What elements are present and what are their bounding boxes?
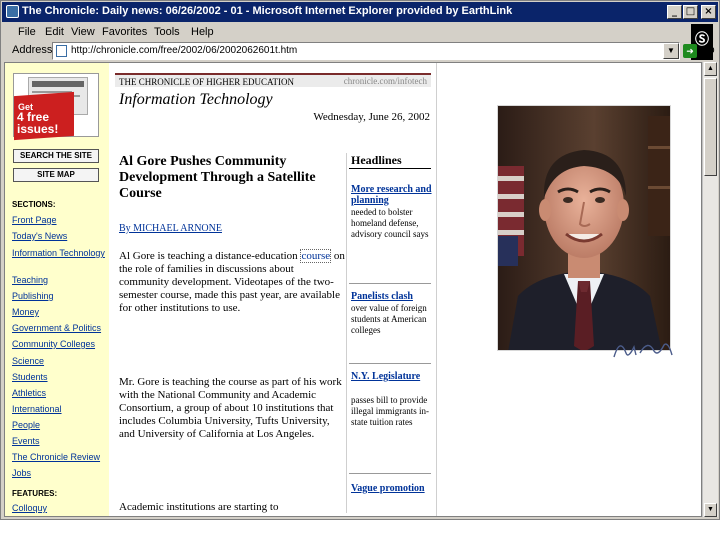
go-label: Go xyxy=(700,44,715,56)
nav-link-front-page[interactable]: Front Page xyxy=(12,215,107,225)
menu-file[interactable]: File xyxy=(18,26,36,38)
headline-desc-2: over value of foreign students at Americ… xyxy=(351,303,427,335)
nav-link-colloquy[interactable]: Colloquy xyxy=(12,503,107,513)
nav-link-information-technology[interactable]: Information Technology xyxy=(12,248,107,258)
article-headline: Al Gore Pushes Community Development Thr… xyxy=(119,154,316,201)
menu-help[interactable]: Help xyxy=(191,26,214,38)
menu-tools[interactable]: Tools xyxy=(154,26,180,38)
title-bar[interactable]: The Chronicle: Daily news: 06/26/2002 - … xyxy=(2,2,718,22)
nav-link-teaching[interactable]: Teaching xyxy=(12,275,107,285)
menu-edit[interactable]: Edit xyxy=(45,26,64,38)
nav-link-community-colleges[interactable]: Community Colleges xyxy=(12,339,107,349)
article-paragraph-3: Academic institutions are starting to xyxy=(119,501,279,513)
nav-link-money[interactable]: Money xyxy=(12,307,107,317)
site-map-button[interactable]: SITE MAP xyxy=(13,168,99,182)
window-title: The Chronicle: Daily news: 06/26/2002 - … xyxy=(22,5,513,17)
headline-link-1[interactable]: More research and planning xyxy=(351,184,433,206)
internet-explorer-icon xyxy=(6,5,19,18)
headline-desc-3: passes bill to provide illegal immigrant… xyxy=(351,395,429,427)
scroll-thumb[interactable] xyxy=(704,78,717,176)
portrait-image xyxy=(498,106,670,350)
al-gore-portrait xyxy=(497,105,671,351)
masthead-url: chronicle.com/infotech xyxy=(343,76,427,86)
article-date: Wednesday, June 26, 2002 xyxy=(313,111,430,123)
address-bar: Address http://chronicle.com/free/2002/0… xyxy=(2,41,718,61)
address-dropdown-icon[interactable]: ▼ xyxy=(663,43,679,59)
nav-link-international[interactable]: International xyxy=(12,404,107,414)
masthead[interactable]: THE CHRONICLE OF HIGHER EDUCATION chroni… xyxy=(115,73,431,87)
nav-link-government-politics[interactable]: Government & Politics xyxy=(12,323,107,333)
nav-link-chronicle-review[interactable]: The Chronicle Review xyxy=(12,452,107,462)
address-url[interactable]: http://chronicle.com/free/2002/06/200206… xyxy=(71,45,297,56)
nav-link-students[interactable]: Students xyxy=(12,372,107,382)
article-column: THE CHRONICLE OF HIGHER EDUCATION chroni… xyxy=(109,63,437,516)
search-site-button[interactable]: SEARCH THE SITE xyxy=(13,149,99,163)
page-icon xyxy=(56,45,67,57)
address-label: Address xyxy=(12,44,53,56)
address-input[interactable]: http://chronicle.com/free/2002/06/200206… xyxy=(52,42,680,60)
nav-link-science[interactable]: Science xyxy=(12,356,107,366)
headline-desc-1: needed to bolster homeland defense, advi… xyxy=(351,207,429,239)
article-byline[interactable]: By MICHAEL ARNONE xyxy=(119,223,222,234)
headline-link-2[interactable]: Panelists clash xyxy=(351,291,433,302)
nav-link-athletics[interactable]: Athletics xyxy=(12,388,107,398)
nav-link-jobs[interactable]: Jobs xyxy=(12,468,107,478)
nav-link-publishing[interactable]: Publishing xyxy=(12,291,107,301)
menu-favorites[interactable]: Favorites xyxy=(102,26,147,38)
nav-link-events[interactable]: Events xyxy=(12,436,107,446)
section-title: Information Technology xyxy=(119,91,273,108)
nav-link-todays-news[interactable]: Today's News xyxy=(12,231,107,241)
subscription-promo[interactable]: Get 4 free issues! xyxy=(13,73,99,141)
vertical-scrollbar[interactable]: ▲ ▼ xyxy=(702,62,718,517)
menu-bar: File Edit View Favorites Tools Help xyxy=(2,23,718,41)
article-paragraph-2: Mr. Gore is teaching the course as part … xyxy=(119,376,342,440)
course-link[interactable]: course xyxy=(300,249,332,263)
menu-view[interactable]: View xyxy=(71,26,95,38)
article-paragraph-1: Al Gore is teaching a distance-education… xyxy=(119,249,345,315)
go-button[interactable]: ➜ Go xyxy=(683,43,717,60)
go-arrow-icon: ➜ xyxy=(683,44,697,58)
portrait-column xyxy=(445,63,701,516)
signature-image xyxy=(613,343,673,358)
close-button[interactable]: × xyxy=(701,5,716,19)
headline-link-4[interactable]: Vague promotion xyxy=(351,483,433,494)
features-heading: FEATURES: xyxy=(12,489,58,498)
masthead-title: THE CHRONICLE OF HIGHER EDUCATION xyxy=(119,77,294,87)
promo-headline: 4 free issues! xyxy=(17,110,59,136)
scroll-down-icon[interactable]: ▼ xyxy=(704,503,717,517)
left-navigation: Get 4 free issues! SEARCH THE SITE SITE … xyxy=(5,63,109,516)
paragraph-1-lead: Al Gore is teaching a distance-education xyxy=(119,250,301,262)
maximize-button[interactable]: □ xyxy=(683,5,698,19)
sections-heading: SECTIONS: xyxy=(12,200,56,209)
headlines-title: Headlines xyxy=(351,153,402,167)
scroll-up-icon[interactable]: ▲ xyxy=(704,62,717,76)
minimize-button[interactable]: _ xyxy=(667,5,682,19)
nav-link-people[interactable]: People xyxy=(12,420,107,430)
headline-link-3[interactable]: N.Y. Legislature xyxy=(351,371,433,382)
page-viewport: Get 4 free issues! SEARCH THE SITE SITE … xyxy=(4,62,702,517)
